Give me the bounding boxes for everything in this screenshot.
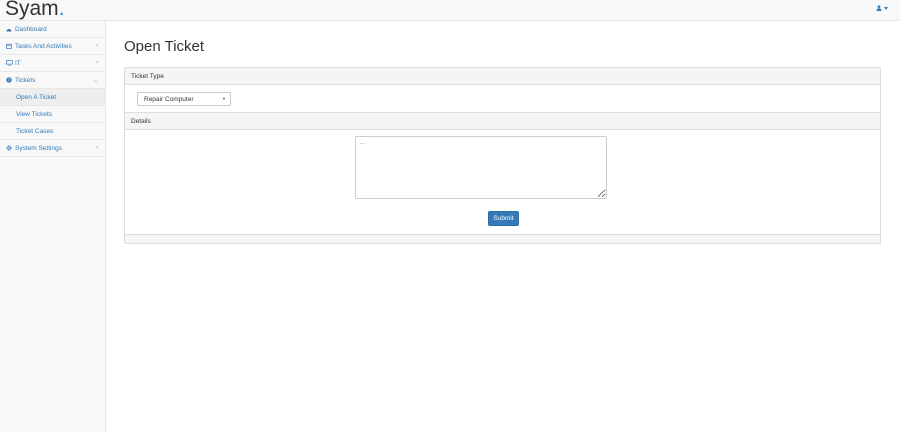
brand-logo[interactable]: Syam.	[5, 0, 65, 21]
submit-button[interactable]: Submit	[488, 211, 519, 226]
calendar-icon	[6, 43, 14, 49]
sidebar-item-label: Dashboard	[15, 25, 47, 33]
ticket-type-select[interactable]: Repair Computer	[137, 92, 231, 106]
sidebar-item-label: Tasks And Activities	[15, 42, 72, 50]
sidebar-subitem-ticket-cases[interactable]: Ticket Cases	[0, 123, 105, 140]
details-heading: Details	[125, 112, 880, 130]
svg-text:?: ?	[8, 78, 10, 83]
sidebar-subitem-label: Open A Ticket	[16, 93, 57, 101]
sidebar: Dashboard Tasks And Activities ‹ IT ‹ ? …	[0, 21, 106, 432]
sidebar-item-dashboard[interactable]: Dashboard	[0, 21, 105, 38]
caret-down-icon	[884, 6, 888, 10]
question-circle-icon: ?	[6, 77, 14, 83]
chevron-left-icon: ‹	[96, 145, 98, 151]
monitor-icon	[6, 60, 14, 66]
sidebar-item-label: Tickets	[15, 76, 36, 84]
brand-dot: .	[58, 0, 65, 20]
panel-footer	[125, 234, 880, 243]
details-textarea[interactable]	[355, 136, 607, 199]
sidebar-item-tasks[interactable]: Tasks And Activities ‹	[0, 38, 105, 55]
chevron-down-icon: ⌄	[92, 78, 98, 84]
user-icon	[876, 5, 882, 11]
gear-icon	[6, 145, 14, 151]
caret-down-icon	[223, 98, 225, 100]
ticket-form-panel: Ticket Type Repair Computer Details Subm…	[124, 67, 881, 244]
sidebar-subitem-label: View Tickets	[16, 110, 53, 118]
sidebar-item-label: IT	[15, 59, 21, 67]
dashboard-icon	[6, 27, 14, 32]
page-title: Open Ticket	[124, 38, 205, 55]
sidebar-subitem-label: Ticket Cases	[16, 127, 54, 135]
sidebar-item-it[interactable]: IT ‹	[0, 55, 105, 72]
user-menu-toggle[interactable]	[876, 5, 888, 11]
sidebar-subitem-view-tickets[interactable]: View Tickets	[0, 106, 105, 123]
ticket-type-heading: Ticket Type	[125, 68, 880, 85]
sidebar-subitem-open-ticket[interactable]: Open A Ticket	[0, 89, 105, 106]
chevron-left-icon: ‹	[96, 43, 98, 49]
sidebar-item-system-settings[interactable]: System Settings ‹	[0, 140, 105, 157]
ticket-type-selected-value: Repair Computer	[144, 95, 194, 103]
brand-name: Syam	[5, 0, 59, 20]
sidebar-item-label: System Settings	[15, 144, 62, 152]
sidebar-item-tickets[interactable]: ? Tickets ⌄	[0, 72, 105, 89]
top-navbar: Syam.	[0, 0, 900, 21]
chevron-left-icon: ‹	[96, 60, 98, 66]
